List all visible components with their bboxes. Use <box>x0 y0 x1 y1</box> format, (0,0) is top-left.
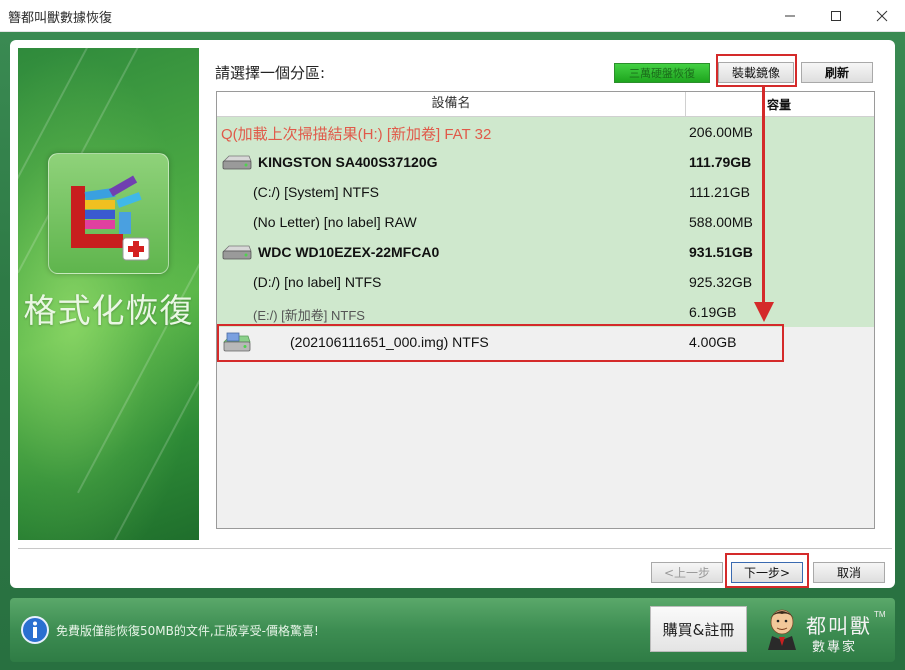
row-size: 4.00GB <box>689 334 737 350</box>
minimize-icon <box>785 15 795 16</box>
close-icon <box>876 10 888 21</box>
table-row[interactable]: (No Letter) [no label] RAW 588.00MB <box>217 207 874 237</box>
disk-image-icon <box>222 332 252 357</box>
defrag-blocks-icon <box>48 153 169 274</box>
table-row[interactable]: (D:/) [no label] NTFS 925.32GB <box>217 267 874 297</box>
annotation-arrow-icon <box>754 302 774 322</box>
row-name: KINGSTON SA400S37120G <box>258 154 438 170</box>
row-size: 931.51GB <box>689 244 753 260</box>
minimize-button[interactable] <box>767 0 813 31</box>
brand-name: 都叫獸 <box>806 614 872 638</box>
previous-button[interactable]: <上一步 <box>651 562 723 583</box>
row-size: 588.00MB <box>689 214 753 230</box>
mascot-logo-icon <box>762 606 804 655</box>
mount-image-button[interactable]: 裝載鏡像 <box>718 62 794 83</box>
table-row[interactable]: KINGSTON SA400S37120G 111.79GB <box>217 147 874 177</box>
table-row[interactable]: WDC WD10EZEX-22MFCA0 931.51GB <box>217 237 874 267</box>
table-header: 設備名 容量 <box>217 92 874 117</box>
hard-disk-recovery-button[interactable]: 三萬硬盤恢復 <box>614 63 710 83</box>
maximize-button[interactable] <box>813 0 859 31</box>
row-size: 111.79GB <box>689 154 752 170</box>
column-device-name[interactable]: 設備名 <box>217 92 686 117</box>
column-capacity[interactable]: 容量 <box>687 92 874 117</box>
title-bar: 簪都叫獸數據恢復 <box>0 0 905 32</box>
row-size: 111.21GB <box>689 184 750 200</box>
row-size: 206.00MB <box>689 124 753 140</box>
row-name: (202106111651_000.img) NTFS <box>290 334 489 350</box>
annotation-arrow-line <box>762 86 765 312</box>
table-empty-area <box>217 357 874 528</box>
partition-table: 設備名 容量 Q(加載上次掃描結果(H:) [新加卷] FAT 32 206.0… <box>216 91 875 529</box>
row-size: 925.32GB <box>689 274 753 290</box>
free-version-notice: 免費版僅能恢復50MB的文件,正版享受-價格驚喜! <box>56 624 319 638</box>
table-body: Q(加載上次掃描結果(H:) [新加卷] FAT 32 206.00MB KIN… <box>217 117 874 327</box>
brand-trademark: TM <box>874 610 886 619</box>
buy-register-button[interactable]: 購買&註冊 <box>650 606 747 652</box>
row-name: Q(加載上次掃描結果(H:) [新加卷] FAT 32 <box>221 126 492 143</box>
table-row[interactable]: (C:/) [System] NTFS 111.21GB <box>217 177 874 207</box>
next-button[interactable]: 下一步> <box>731 562 803 583</box>
banner-title: 格式化恢復 <box>23 291 194 330</box>
row-name: (E:/) [新加卷] NTFS <box>253 308 365 323</box>
hard-disk-icon <box>221 154 253 175</box>
brand-subtitle: 數專家 <box>812 640 858 655</box>
table-row-selected[interactable]: (202106111651_000.img) NTFS 4.00GB <box>217 327 874 357</box>
table-row[interactable]: Q(加載上次掃描結果(H:) [新加卷] FAT 32 206.00MB <box>217 117 874 147</box>
row-size: 6.19GB <box>689 304 737 320</box>
window-title: 簪都叫獸數據恢復 <box>8 11 113 26</box>
info-icon <box>20 615 50 650</box>
row-name: (No Letter) [no label] RAW <box>253 214 417 230</box>
row-name: (C:/) [System] NTFS <box>253 184 379 200</box>
maximize-icon <box>831 10 841 21</box>
select-partition-prompt: 請選擇一個分區: <box>215 64 326 82</box>
close-button[interactable] <box>859 0 905 31</box>
row-name: WDC WD10EZEX-22MFCA0 <box>258 244 440 260</box>
refresh-button[interactable]: 刷新 <box>801 62 873 83</box>
row-name: (D:/) [no label] NTFS <box>253 274 382 290</box>
left-banner: 格式化恢復 <box>18 48 199 540</box>
hard-disk-icon <box>221 244 253 265</box>
cancel-button[interactable]: 取消 <box>813 562 885 583</box>
